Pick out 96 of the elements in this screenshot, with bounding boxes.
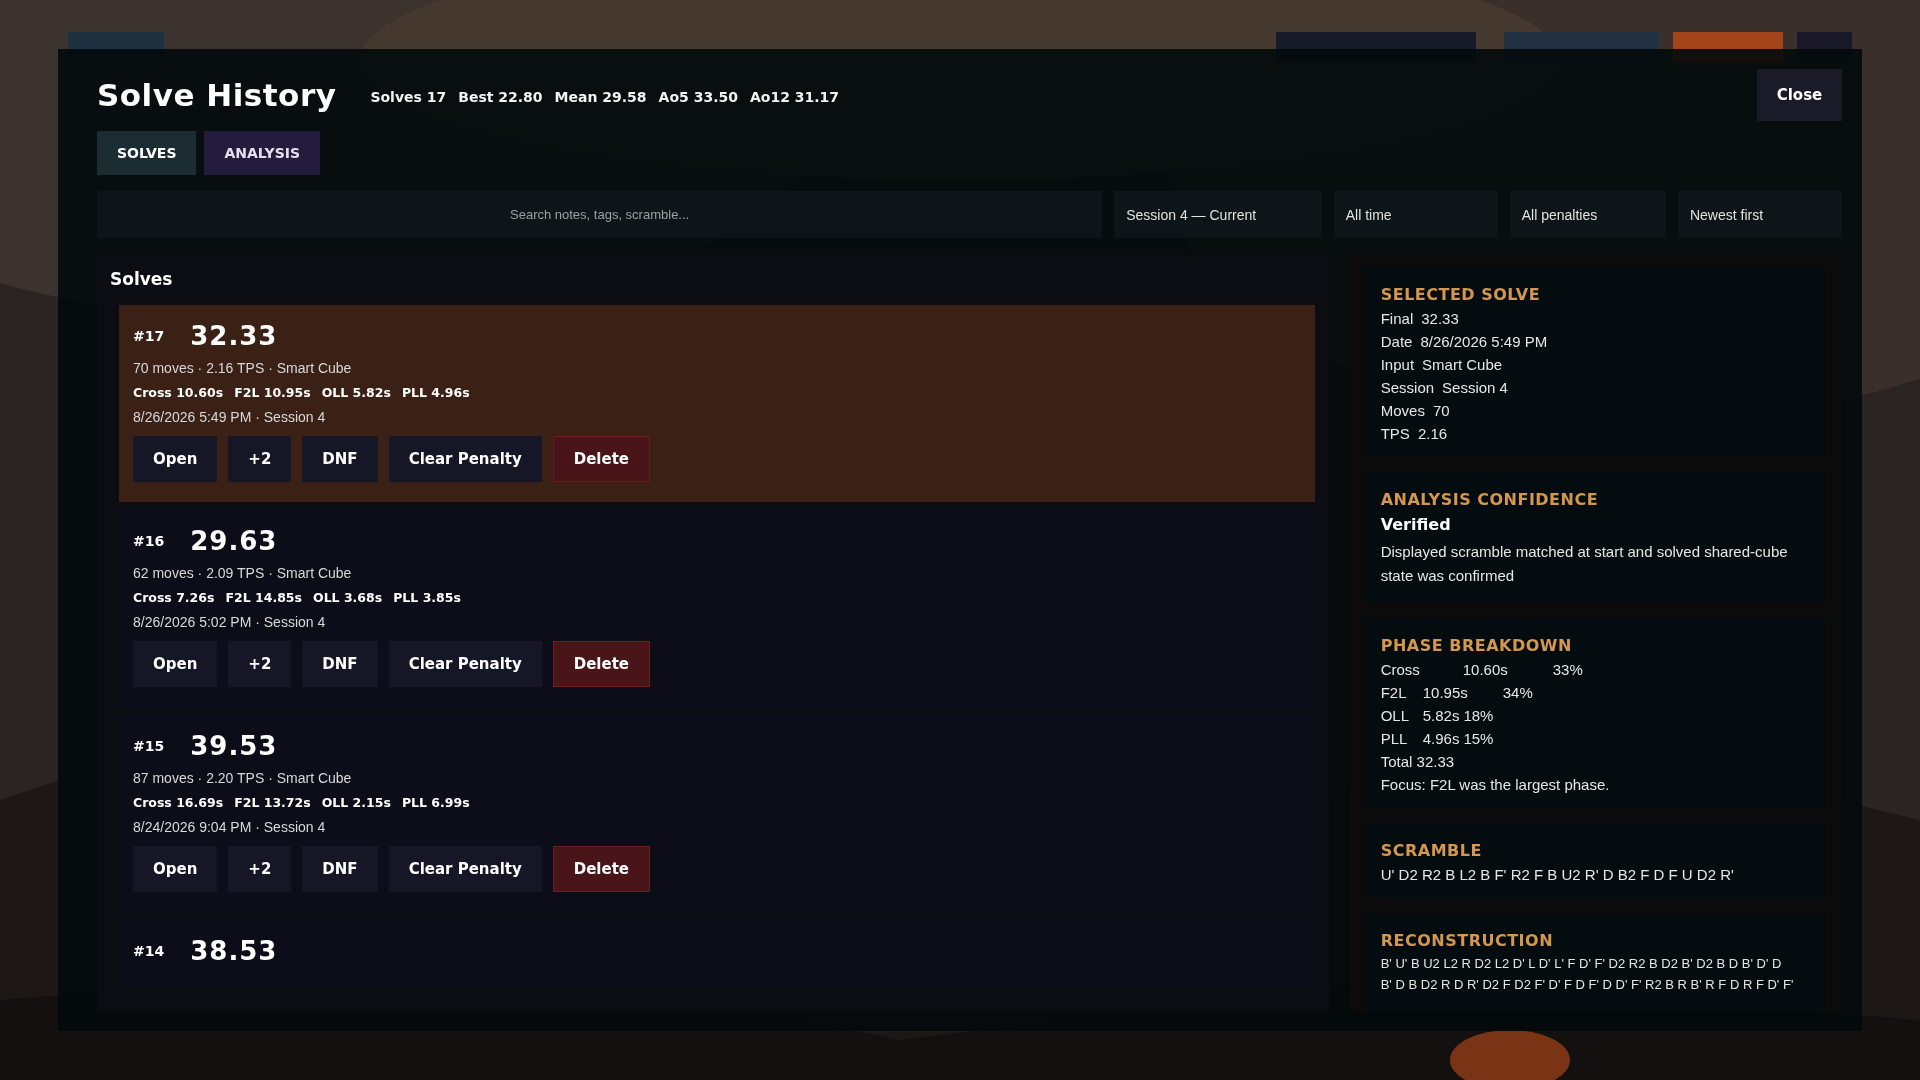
solve-time: 32.33 [190,321,278,351]
solve-action-button[interactable]: Open [133,436,218,482]
dialog-title: Solve History [97,77,337,113]
phase-share: 34% [1502,684,1533,701]
section-heading: ANALYSIS CONFIDENCE [1380,490,1600,509]
solve-time: 29.63 [190,526,278,556]
detail-value: Smart Cube [1422,356,1503,373]
solve-card[interactable]: #17 32.33 70 moves · 2.16 TPS · Smart Cube Cross 10.60s F2L 10.95s OLL 5.82s PLL 4.96s 8/26/2026 5:49 PM · Session 4 Open +2 DNF Clear Penalty Delete [119,305,1315,502]
detail-label: Date [1380,333,1413,350]
solve-meta: 70 moves · 2.16 TPS · Smart Cube [133,360,353,376]
filter-dropdown[interactable]: Newest first [1677,191,1842,238]
delete-button[interactable]: Delete [552,846,651,892]
confidence-status: Verified [1380,515,1452,534]
reconstruction-line: B' D B D2 R D R' D2 F D2 F' D' F D F' D D' F' R2 B R B' R F D R F D' F' [1380,977,1795,992]
delete-button[interactable]: Delete [552,436,651,482]
phase-time: 10.60s [1462,661,1509,678]
solve-card[interactable]: #15 39.53 87 moves · 2.20 TPS · Smart Cube Cross 16.69s F2L 13.72s OLL 2.15s PLL 6.99s 8/24/2026 9:04 PM · Session 4 Open +2 DNF Clear Penalty Delete [119,715,1315,912]
solve-date: 8/24/2026 9:04 PM · Session 4 [133,819,327,835]
solve-number: #16 [133,533,165,549]
detail-label: Moves [1380,402,1425,419]
phase-name: F2L [1380,684,1408,701]
filter-dropdown[interactable]: All time [1333,191,1498,238]
confidence-text: Displayed scramble matched at start and solved shared-cube state was confirmed [1380,542,1789,586]
scramble-text: U' D2 R2 B L2 B F' R2 F B U2 R' D B2 F D F U D2 R' [1380,866,1735,883]
phase-name: PLL [1380,730,1409,747]
stat-label: Mean 29.58 [554,89,647,105]
phase-split: PLL 6.99s [401,795,470,810]
reconstruction-line: B' U' B U2 L2 R D2 L2 D' L D' L' F D' F' D2 R2 B D2 B' D2 B D B' D' D [1380,956,1783,971]
filter-dropdown[interactable]: Session 4 — Current [1114,191,1322,238]
phase-time: 10.95s [1422,684,1469,701]
phase-name: OLL [1380,707,1411,724]
panel-title: Solves [110,269,174,289]
detail-value: 70 [1432,402,1450,419]
phase-split: Cross 16.69s [133,795,224,810]
phase-share: 33% [1552,661,1583,678]
detail-value: 2.16 [1417,425,1448,442]
focus-note: Focus: F2L was the largest phase. [1380,776,1611,793]
solve-number: #15 [133,738,165,754]
phase-time: 5.82s [1422,707,1460,724]
stat-label: Ao5 33.50 [658,89,738,105]
stat-label: Best 22.80 [458,89,543,105]
detail-value: 32.33 [1421,310,1459,327]
solve-action-button[interactable]: Open [133,846,218,892]
solve-number: #17 [133,328,165,344]
section-heading: RECONSTRUCTION [1380,931,1555,950]
solve-action-button[interactable]: +2 [228,641,292,687]
solve-action-button[interactable]: Clear Penalty [388,436,542,482]
detail-label: Session [1380,379,1435,396]
solve-date: 8/26/2026 5:49 PM · Session 4 [133,409,327,425]
phase-split: F2L 10.95s [234,385,311,400]
solve-time: 39.53 [190,731,278,761]
tab[interactable]: ANALYSIS [204,131,321,175]
detail-label: TPS [1380,425,1410,442]
solve-date: 8/26/2026 5:02 PM · Session 4 [133,614,327,630]
phase-split: Cross 7.26s [133,590,215,605]
solve-action-button[interactable]: DNF [302,436,378,482]
phase-name: Cross [1380,661,1421,678]
phase-split: F2L 13.72s [234,795,311,810]
detail-value: Session 4 [1442,379,1508,396]
filter-dropdown[interactable]: All penalties [1509,191,1666,238]
solve-action-button[interactable]: +2 [228,436,292,482]
phase-split: PLL 3.85s [393,590,461,605]
solve-card[interactable]: #16 29.63 62 moves · 2.09 TPS · Smart Cube Cross 7.26s F2L 14.85s OLL 3.68s PLL 3.85s 8/26/2026 5:02 PM · Session 4 Open +2 DNF Clear Penalty Delete [119,510,1315,707]
solve-time: 38.53 [190,936,278,966]
phase-share: 18% [1463,707,1494,724]
solve-number: #14 [133,943,165,959]
solve-action-button[interactable]: Clear Penalty [388,846,542,892]
detail-label: Input [1380,356,1415,373]
section-heading: PHASE BREAKDOWN [1380,636,1573,655]
close-button[interactable]: Close [1757,69,1842,121]
phase-share: 15% [1463,730,1494,747]
solve-action-button[interactable]: Clear Penalty [388,641,542,687]
total-time: Total 32.33 [1380,753,1456,770]
solve-meta: 87 moves · 2.20 TPS · Smart Cube [133,770,353,786]
section-heading: SELECTED SOLVE [1380,285,1542,304]
solve-card[interactable]: #14 38.53 [119,920,1315,986]
detail-value: 8/26/2026 5:49 PM [1420,333,1548,350]
phase-split: PLL 4.96s [401,385,470,400]
phase-split: OLL 3.68s [313,590,383,605]
solve-meta: 62 moves · 2.09 TPS · Smart Cube [133,565,353,581]
phase-split: Cross 10.60s [133,385,224,400]
solve-action-button[interactable]: DNF [302,846,378,892]
tab[interactable]: SOLVES [97,131,197,175]
stat-label: Solves 17 [370,89,447,105]
section-heading: SCRAMBLE [1380,841,1483,860]
solve-action-button[interactable]: +2 [228,846,292,892]
solve-action-button[interactable]: DNF [302,641,378,687]
phase-split: F2L 14.85s [225,590,302,605]
phase-split: OLL 2.15s [321,795,391,810]
delete-button[interactable]: Delete [552,641,651,687]
solve-action-button[interactable]: Open [133,641,218,687]
phase-split: OLL 5.82s [321,385,391,400]
stat-label: Ao12 31.17 [749,89,840,105]
detail-label: Final [1380,310,1414,327]
search-field[interactable]: Search notes, tags, scramble... [97,191,1103,238]
phase-time: 4.96s [1422,730,1460,747]
